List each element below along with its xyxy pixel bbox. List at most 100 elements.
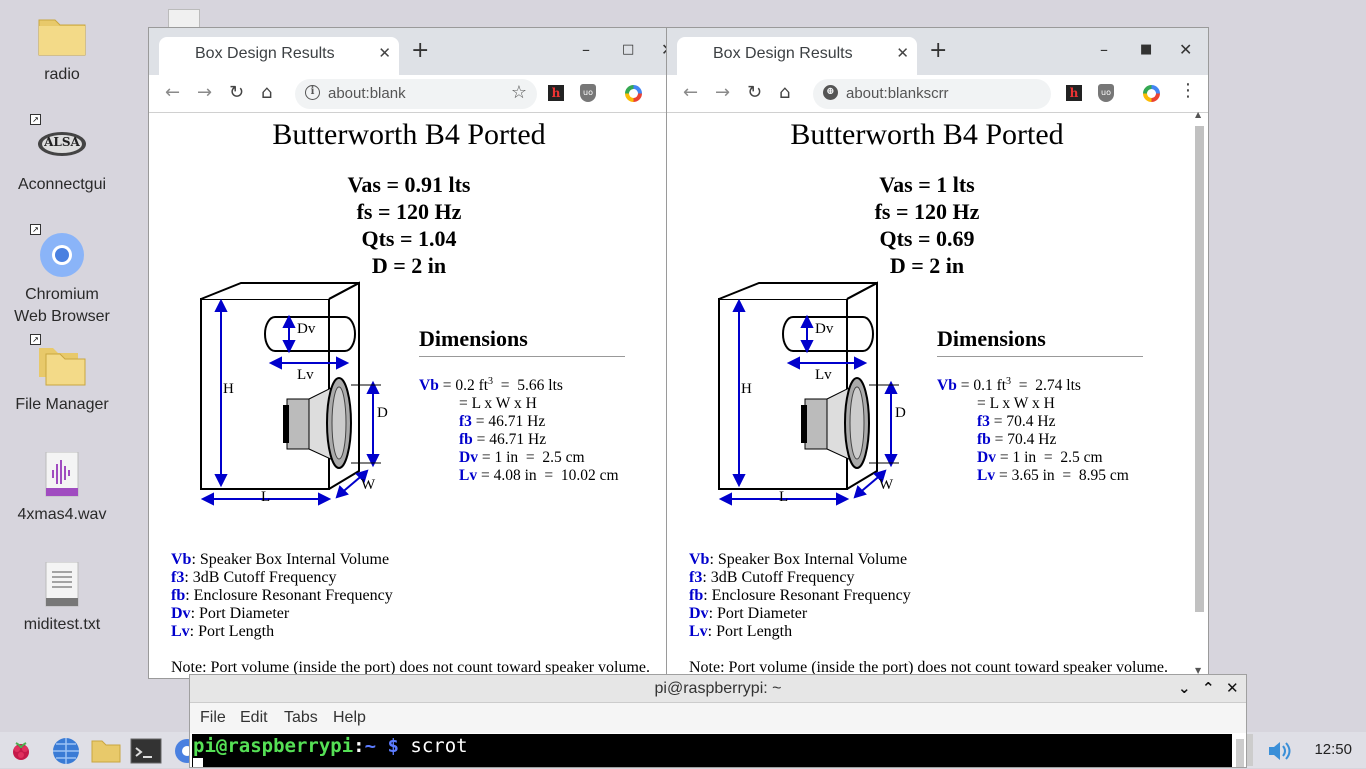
dim-f3: f3 = 70.4 Hz [977,413,1056,431]
extension-dot-icon[interactable] [1143,85,1160,102]
web-browser-icon[interactable] [52,737,80,769]
spec-vas: Vas = 1 lts [879,172,975,197]
tab-title: Box Design Results [713,45,853,62]
globe-icon[interactable]: ⊕ [823,85,838,100]
prompt-user: pi@raspberrypi [193,735,354,757]
new-tab-button[interactable]: + [411,40,429,62]
forward-button[interactable]: → [197,81,212,105]
diagram-label-h: H [223,381,234,397]
spec-fs: fs = 120 Hz [356,199,462,224]
dim-f3: f3 = 46.71 Hz [459,413,546,431]
minimize-chevron-icon[interactable]: ⌄ [1178,679,1191,697]
forward-button[interactable]: → [715,81,730,105]
scroll-up-arrow-icon[interactable]: ▲ [1195,110,1201,119]
glossary-item: Lv: Port Length [171,623,275,640]
chromium-icon: ↗ [30,224,88,278]
tab-strip: Box Design Results ✕ + – □ ✕ [149,28,667,75]
reload-button[interactable]: ↻ [229,81,244,105]
dim-formula: = L x W x H [459,395,537,413]
scrollbar-thumb[interactable] [1195,126,1204,612]
h-extension-icon[interactable]: h [1066,85,1082,101]
dim-lv: Lv = 3.65 in = 8.95 cm [977,467,1129,485]
glossary-item: Vb: Speaker Box Internal Volume [171,551,390,568]
box-diagram: Dv Lv H D L W [185,281,415,535]
desktop-icon-4xmas4-wav[interactable]: 4xmas4.wav [7,451,117,526]
browser-toolbar: ← → ↻ ⌂ ⊕ about:blankscrr h uo ⋮ [667,75,1208,113]
shortcut-arrow-icon: ↗ [30,334,41,345]
terminal-scrollbar[interactable] [1236,739,1244,767]
reload-button[interactable]: ↻ [747,81,762,105]
diagram-label-h: H [741,381,752,397]
spec-d: D = 2 in [889,253,965,278]
diagram-label-l: L [779,489,789,505]
maximize-button[interactable]: □ [622,42,634,57]
glossary-item: Vb: Speaker Box Internal Volume [689,551,908,568]
diagram-label-lv: Lv [297,367,314,383]
home-button[interactable]: ⌂ [779,81,790,105]
minimize-button[interactable]: – [1100,40,1108,59]
browser-window-right: Box Design Results ✕ + – ■ ✕ ← → ↻ ⌂ ⊕ a… [666,27,1209,679]
desktop-icon-miditest-txt[interactable]: miditest.txt [7,561,117,636]
desktop-icon-file-manager[interactable]: ↗ File Manager [7,334,117,416]
dimensions-list: Vb = 0.1 ft3 = 2.74 lts = L x W x Hf3 = 7… [937,373,1129,485]
menu-file[interactable]: File [200,709,226,727]
chromium-taskbar-icon[interactable] [174,738,190,764]
diagram-label-dv: Dv [297,321,316,337]
tab-box-design-results[interactable]: Box Design Results ✕ [159,37,399,75]
address-bar[interactable]: i about:blank ☆ [295,79,537,109]
terminal-menubar: File Edit Tabs Help [190,703,1246,733]
glossary: Vb: Speaker Box Internal Volume f3: 3dB … [171,551,393,641]
dim-lv: Lv = 4.08 in = 10.02 cm [459,467,619,485]
info-icon[interactable]: i [305,85,320,100]
terminal-output[interactable]: pi@raspberrypi:~ $ scrot [192,734,1232,767]
back-button[interactable]: ← [683,81,698,105]
home-button[interactable]: ⌂ [261,81,272,105]
glossary: Vb: Speaker Box Internal Volume f3: 3dB … [689,551,911,641]
address-bar[interactable]: ⊕ about:blankscrr [813,79,1051,109]
dim-vb: Vb = 0.2 ft3 = 5.66 lts [419,376,563,395]
new-tab-button[interactable]: + [929,40,947,62]
dim-vb: Vb = 0.1 ft3 = 2.74 lts [937,376,1081,395]
close-icon[interactable]: ✕ [1226,679,1239,697]
maximize-button[interactable]: ■ [1140,42,1152,57]
dim-formula: = L x W x H [977,395,1055,413]
volume-icon[interactable] [1267,740,1293,766]
browser-toolbar: ← → ↻ ⌂ i about:blank ☆ h uo ⋮ [149,75,667,113]
ublock-icon[interactable]: uo [580,84,596,102]
diagram-label-w: W [879,477,894,493]
tab-box-design-results[interactable]: Box Design Results ✕ [677,37,917,75]
url-text: about:blank [328,85,406,102]
audio-file-icon [36,451,88,498]
ublock-icon[interactable]: uo [1098,84,1114,102]
menu-tabs[interactable]: Tabs [284,709,318,727]
h-extension-icon[interactable]: h [548,85,564,101]
desktop-icon-aconnectgui[interactable]: ↗ ALSA Aconnectgui [7,114,117,196]
close-tab-icon[interactable]: ✕ [378,44,391,62]
tab-strip: Box Design Results ✕ + – ■ ✕ [667,28,1208,75]
minimize-button[interactable]: – [582,40,590,59]
terminal-title: pi@raspberrypi: ~ [654,680,782,697]
extension-dot-icon[interactable] [625,85,642,102]
desktop-icon-chromium[interactable]: ↗ Chromium Web Browser [7,224,117,328]
close-window-button[interactable]: ✕ [1179,40,1192,59]
vertical-scrollbar[interactable]: ▲ ▼ [1195,110,1204,675]
diagram-label-dv: Dv [815,321,834,337]
bookmark-star-icon[interactable]: ☆ [511,82,527,103]
page-title: Butterworth B4 Ported [272,118,546,151]
menu-icon[interactable]: ⋮ [1179,80,1197,101]
maximize-chevron-icon[interactable]: ⌃ [1202,679,1215,697]
terminal-icon[interactable] [130,738,162,768]
terminal-window: pi@raspberrypi: ~ ⌄ ⌃ ✕ File Edit Tabs H… [189,674,1247,768]
page-content: Butterworth B4 Ported Vas = 1 lts fs = 1… [667,113,1208,678]
back-button[interactable]: ← [165,81,180,105]
raspberry-menu-icon[interactable] [9,738,33,762]
menu-help[interactable]: Help [333,709,366,727]
prompt-line: pi@raspberrypi:~ $ scrot [193,734,1232,758]
desktop-icon-radio[interactable]: radio [7,12,117,86]
close-tab-icon[interactable]: ✕ [896,44,909,62]
spec-vas: Vas = 0.91 lts [347,172,471,197]
diagram-label-w: W [361,477,376,493]
dimensions-heading: Dimensions [937,326,1143,357]
file-manager-icon[interactable] [90,738,122,768]
menu-edit[interactable]: Edit [240,709,268,727]
